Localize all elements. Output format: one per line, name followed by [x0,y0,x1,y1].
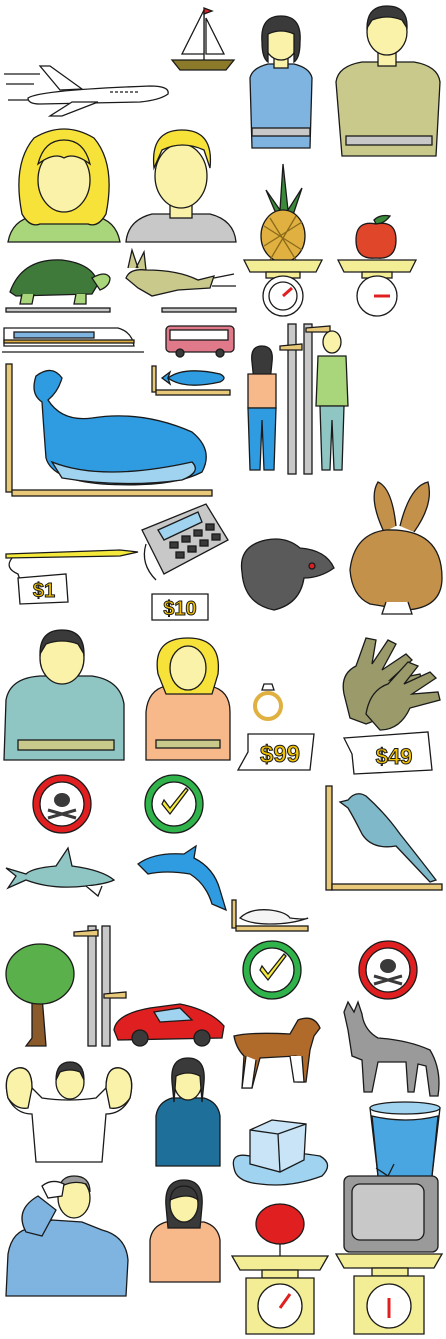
check-icon [240,938,304,1002]
man-measuring-icon [332,2,444,158]
coyote-icon [338,1000,444,1098]
airplane-icon [0,60,175,120]
balloon-on-scale-icon [228,1200,332,1336]
gloves-price: $49 [376,744,413,769]
ring-icon [250,680,286,722]
rabbit-icon [346,478,444,616]
tv-on-scale-icon [334,1158,444,1336]
slim-woman-icon [142,634,234,764]
ice-cube-icon [230,1112,334,1188]
check-icon [142,772,206,836]
blonde-woman-icon [4,124,124,243]
hare-icon [118,247,238,316]
sweating-man-icon [2,1170,132,1300]
bird-icon [325,784,444,892]
dog-icon [230,1012,326,1094]
turtle-icon [2,254,114,316]
blonde-man-icon [124,124,238,243]
teal-woman-icon [154,1054,222,1168]
ring-price-tag: $99 [236,730,316,774]
car-icon [110,1000,228,1048]
gloves-icon [336,634,444,734]
height-comparison-icon [240,320,366,476]
mouse-icon [230,898,310,934]
heavy-man-icon [0,624,128,764]
calculator-price: $10 [163,598,196,620]
dolphin-icon [134,844,230,914]
bus-icon [162,322,238,360]
peach-woman-icon [148,1176,222,1284]
woman-measuring-icon [238,8,324,156]
pencil-price: $1 [33,580,55,602]
calculator-price-tag: $10 [150,590,210,622]
train-icon [0,322,146,358]
shark-icon [2,846,118,900]
fish-icon [150,364,232,398]
gloves-price-tag: $49 [342,730,434,776]
muscle-man-icon [2,1058,136,1164]
apple-on-scale-icon [334,212,420,320]
pencil-price-tag: $1 [14,572,70,606]
poison-icon [356,938,420,1002]
ring-price: $99 [260,741,300,768]
pineapple-on-scale-icon [236,160,330,320]
rat-icon [234,532,338,612]
sailboat-icon [168,4,238,76]
calculator-icon [136,500,232,584]
poison-icon [30,772,94,836]
